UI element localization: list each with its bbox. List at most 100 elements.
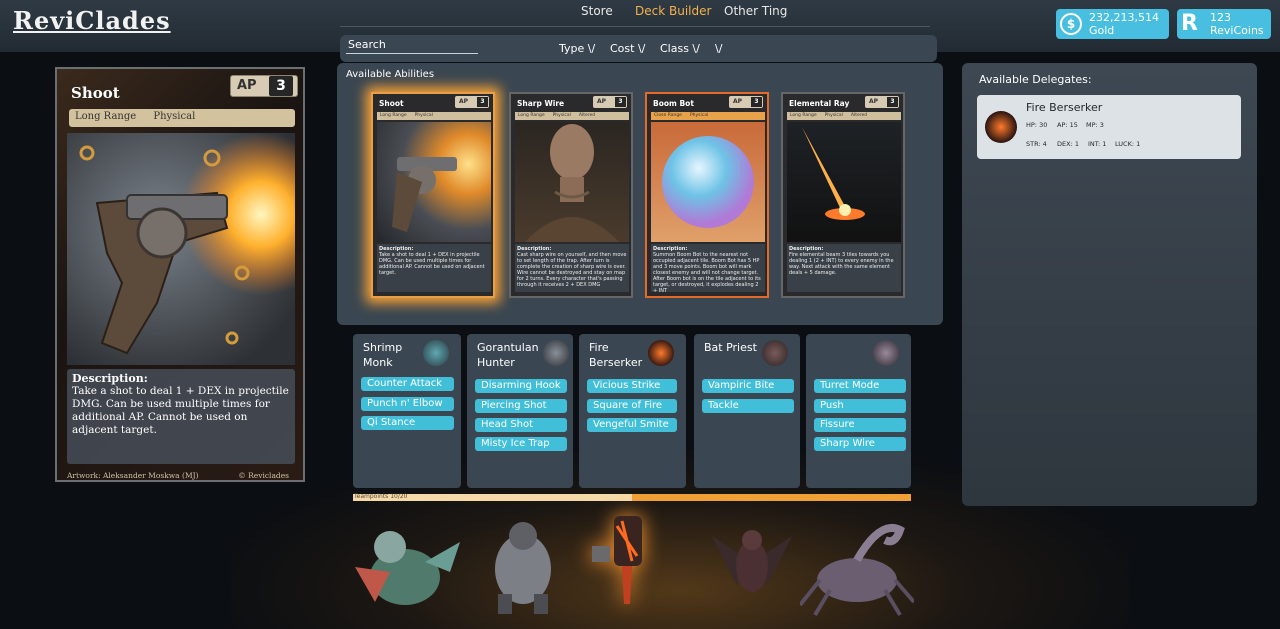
ability-card-boom-bot[interactable]: Boom Bot AP 3 Close Range Physical Descrip… xyxy=(645,92,769,298)
mini-card-title: Shoot xyxy=(379,99,404,108)
mini-tag: Physical xyxy=(552,113,571,118)
card-title: Shoot xyxy=(71,84,120,102)
app-logo[interactable]: ReviClades xyxy=(13,6,171,35)
mini-card-ap: AP 3 xyxy=(593,96,627,108)
mini-ap-label: AP xyxy=(733,98,743,105)
mini-card-title: Boom Bot xyxy=(653,99,694,108)
nav-store[interactable]: Store xyxy=(581,4,613,18)
bat-priest-figure[interactable] xyxy=(712,516,792,608)
team-member-name: Bat Priest xyxy=(704,341,757,354)
mini-ap-value: 3 xyxy=(615,97,626,107)
delegate-hp: HP: 30 xyxy=(1026,121,1048,129)
mini-card-ap: AP 3 xyxy=(455,96,489,108)
ability-piercing-shot[interactable]: Piercing Shot xyxy=(475,399,567,413)
ability-sharp-wire[interactable]: Sharp Wire xyxy=(814,437,906,451)
ability-card-elemental-ray[interactable]: Elemental Ray AP 3 Long Range Physical Alte… xyxy=(781,92,905,298)
delegate-dex: DEX: 1 xyxy=(1057,140,1079,148)
ability-disarming-hook[interactable]: Disarming Hook xyxy=(475,379,567,393)
ability-punch-n-elbow[interactable]: Punch n' Elbow xyxy=(361,397,454,411)
team-slot-scorpion[interactable]: Turret Mode Push Fissure Sharp Wire xyxy=(806,334,911,488)
ability-counter-attack[interactable]: Counter Attack xyxy=(361,377,454,391)
card-ap-badge: AP 3 xyxy=(230,75,298,97)
mini-ap-label: AP xyxy=(869,98,879,105)
mini-desc-text: Cast sharp wire on yourself, and then mo… xyxy=(517,252,627,288)
team-slot-fire-berserker[interactable]: Fire Berserker Vicious Strike Square of … xyxy=(579,334,686,488)
search-input[interactable]: Search xyxy=(348,38,386,51)
mini-ap-label: AP xyxy=(459,98,469,105)
delegate-ap: AP: 15 xyxy=(1057,121,1078,129)
mini-card-art-ray xyxy=(787,122,901,242)
scorpion-figure[interactable] xyxy=(798,510,916,618)
search-filter-bar: Search Type \/ Cost \/ Class \/ \/ xyxy=(340,35,937,62)
nav-deck-builder[interactable]: Deck Builder xyxy=(635,4,711,18)
description-heading: Description: xyxy=(72,372,148,385)
available-delegates-title: Available Delegates: xyxy=(979,73,1092,86)
mini-card-desc: Description: Cast sharp wire on yourself,… xyxy=(515,244,629,292)
mini-tag: Altered xyxy=(578,113,596,118)
delegate-card-fire-berserker[interactable]: Fire Berserker HP: 30 AP: 15 MP: 3 STR: … xyxy=(977,95,1241,159)
mini-ap-label: AP xyxy=(597,98,607,105)
shrimp-monk-figure[interactable] xyxy=(345,512,465,622)
mini-tag: Long Range xyxy=(380,113,407,118)
ability-tackle[interactable]: Tackle xyxy=(702,399,794,413)
ap-label: AP xyxy=(237,78,257,93)
gorantulan-hunter-portrait-icon xyxy=(543,340,569,366)
revicoins-balance[interactable]: R 123 ReviCoins xyxy=(1177,9,1271,39)
team-slot-shrimp-monk[interactable]: Shrimp Monk Counter Attack Punch n' Elbo… xyxy=(353,334,461,488)
gorantulan-hunter-figure[interactable] xyxy=(478,514,568,616)
team-member-name: Fire Berserker xyxy=(589,341,643,369)
card-artwork-revolver xyxy=(67,133,295,365)
mini-card-ap: AP 3 xyxy=(865,96,899,108)
mini-tag: Physical xyxy=(414,113,433,118)
nav-other-ting[interactable]: Other Ting xyxy=(724,4,787,18)
mini-card-desc: Description: Fire elemental beam 3 tiles … xyxy=(787,244,901,292)
mini-card-art-bubble xyxy=(651,122,765,242)
ability-push[interactable]: Push xyxy=(814,399,906,413)
mini-ap-value: 3 xyxy=(887,97,898,107)
mini-desc-text: Summon Boom Bot to the nearest not occup… xyxy=(653,252,761,292)
team-member-name: Shrimp Monk xyxy=(363,341,403,369)
ability-vampiric-bite[interactable]: Vampiric Bite xyxy=(702,379,794,393)
team-slot-gorantulan-hunter[interactable]: Gorantulan Hunter Disarming Hook Piercin… xyxy=(467,334,573,488)
filter-extra[interactable]: \/ xyxy=(715,42,722,55)
fire-berserker-avatar xyxy=(985,111,1017,143)
ability-vicious-strike[interactable]: Vicious Strike xyxy=(587,379,677,393)
ability-card-shoot[interactable]: Shoot AP 3 Long Range Physical Description… xyxy=(371,92,495,298)
scorpion-portrait-icon xyxy=(873,340,899,366)
revicoins-label: ReviCoins xyxy=(1210,24,1264,37)
copyright: © Reviclades xyxy=(238,471,289,480)
card-tag: Long Range xyxy=(75,111,137,122)
ability-square-of-fire[interactable]: Square of Fire xyxy=(587,399,677,413)
mini-card-tags: Close Range Physical xyxy=(651,112,765,120)
ability-vengeful-smite[interactable]: Vengeful Smite xyxy=(587,418,677,432)
mini-tag: Close Range xyxy=(654,113,682,118)
mini-card-ap: AP 3 xyxy=(729,96,763,108)
filter-cost[interactable]: Cost \/ xyxy=(610,42,645,55)
filter-type[interactable]: Type \/ xyxy=(559,42,595,55)
mini-card-desc: Description: Take a shot to deal 1 + DEX … xyxy=(377,244,491,292)
teampoints-label: Teampoints 10/20 xyxy=(354,493,408,500)
card-tags: Long Range Physical xyxy=(69,109,295,127)
filter-class[interactable]: Class \/ xyxy=(660,42,700,55)
delegate-mp: MP: 3 xyxy=(1086,121,1104,129)
mini-tag: Physical xyxy=(824,113,843,118)
mini-ap-value: 3 xyxy=(751,97,762,107)
delegate-luck: LUCK: 1 xyxy=(1115,140,1141,148)
fire-berserker-figure[interactable] xyxy=(592,506,662,606)
ability-misty-ice-trap[interactable]: Misty Ice Trap xyxy=(475,437,567,451)
mini-ap-value: 3 xyxy=(477,97,488,107)
ap-value: 3 xyxy=(269,76,293,96)
gold-balance[interactable]: $ 232,213,514 Gold xyxy=(1056,9,1169,39)
nav-divider xyxy=(340,26,930,27)
team-slot-bat-priest[interactable]: Bat Priest Vampiric Bite Tackle xyxy=(694,334,800,488)
gold-amount: 232,213,514 xyxy=(1089,11,1159,24)
ability-card-sharp-wire[interactable]: Sharp Wire AP 3 Long Range Physical Altered… xyxy=(509,92,633,298)
ability-head-shot[interactable]: Head Shot xyxy=(475,418,567,432)
ability-turret-mode[interactable]: Turret Mode xyxy=(814,379,906,393)
ability-qi-stance[interactable]: Qi Stance xyxy=(361,416,454,430)
selected-ability-card[interactable]: Shoot AP 3 Long Range Physical Descripti… xyxy=(55,67,305,482)
card-tag: Physical xyxy=(153,111,196,122)
ability-fissure[interactable]: Fissure xyxy=(814,418,906,432)
mini-card-art-wire xyxy=(515,122,629,242)
mini-tag: Long Range xyxy=(790,113,817,118)
